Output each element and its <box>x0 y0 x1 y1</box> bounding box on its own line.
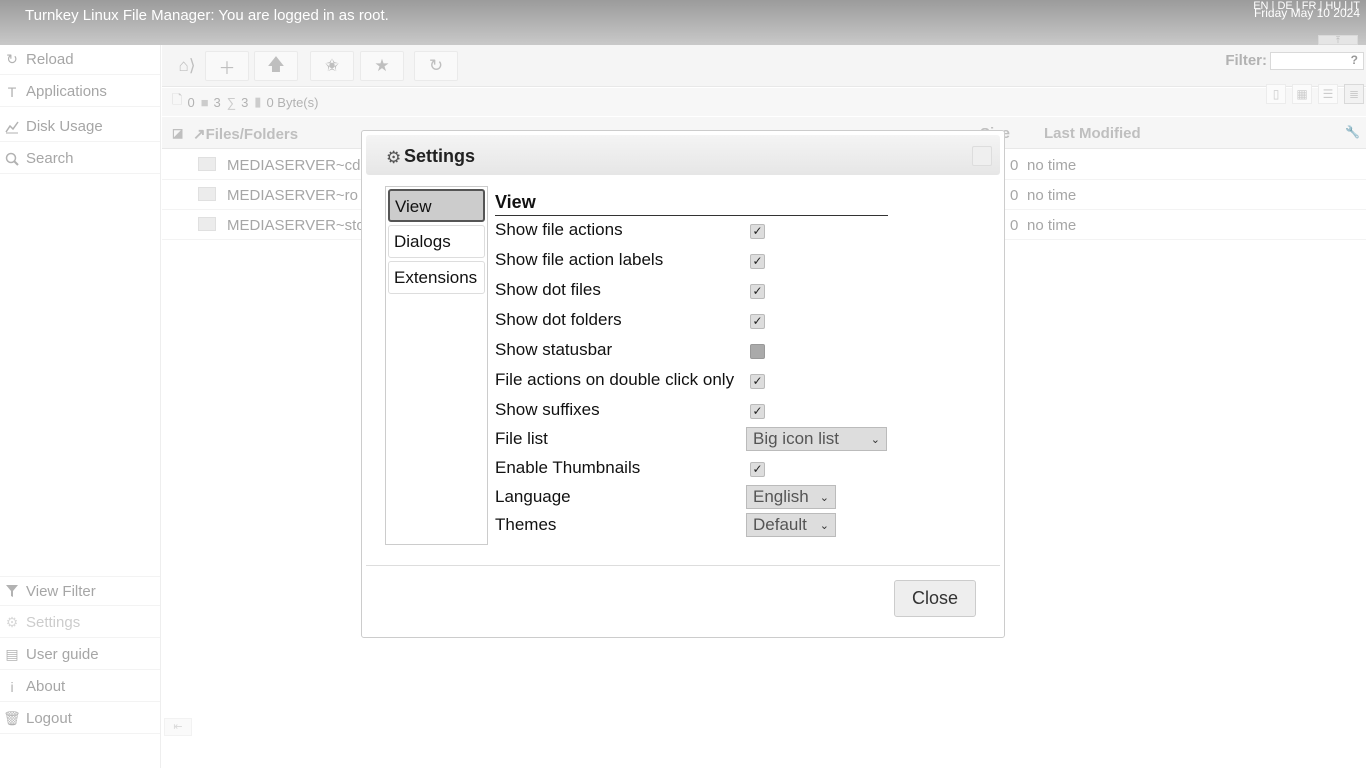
themes-select[interactable]: Default ⌄ <box>746 513 836 537</box>
option-show-statusbar: Show statusbar <box>495 336 895 366</box>
checkbox-show-file-action-labels[interactable]: ✓ <box>750 254 765 269</box>
chevron-down-icon: ⌄ <box>870 433 880 446</box>
option-show-suffixes: Show suffixes ✓ <box>495 396 895 426</box>
close-button[interactable]: Close <box>894 580 976 617</box>
tab-dialogs[interactable]: Dialogs <box>388 225 485 258</box>
tab-extensions[interactable]: Extensions <box>388 261 485 294</box>
checkbox-show-suffixes[interactable]: ✓ <box>750 404 765 419</box>
option-file-list: File list Big icon list ⌄ <box>495 425 895 455</box>
option-show-file-action-labels: Show file action labels ✓ <box>495 246 895 276</box>
checkbox-show-dot-files[interactable]: ✓ <box>750 284 765 299</box>
dialog-close-icon[interactable] <box>972 146 992 166</box>
language-select[interactable]: English ⌄ <box>746 485 836 509</box>
panel-title: View <box>495 189 888 216</box>
option-double-click-only: File actions on double click only ✓ <box>495 366 895 396</box>
option-show-dot-folders: Show dot folders ✓ <box>495 306 895 336</box>
dialog-divider <box>366 565 1000 566</box>
gear-icon: ⚙ <box>386 148 402 167</box>
checkbox-double-click-only[interactable]: ✓ <box>750 374 765 389</box>
settings-dialog: ⚙ Settings View Dialogs Extensions View … <box>361 130 1005 638</box>
option-show-dot-files: Show dot files ✓ <box>495 276 895 306</box>
option-enable-thumbnails: Enable Thumbnails ✓ <box>495 454 895 484</box>
option-themes: Themes Default ⌄ <box>495 511 895 541</box>
checkbox-show-dot-folders[interactable]: ✓ <box>750 314 765 329</box>
dialog-title: Settings <box>404 146 476 166</box>
settings-panel-view: View Show file actions ✓ Show file actio… <box>495 189 895 537</box>
option-language: Language English ⌄ <box>495 483 895 513</box>
dialog-titlebar[interactable]: ⚙ Settings <box>366 135 1000 175</box>
settings-tabs: View Dialogs Extensions <box>385 186 488 545</box>
checkbox-enable-thumbnails[interactable]: ✓ <box>750 462 765 477</box>
tab-view[interactable]: View <box>388 189 485 222</box>
chevron-down-icon: ⌄ <box>819 491 829 504</box>
checkbox-show-file-actions[interactable]: ✓ <box>750 224 765 239</box>
checkbox-show-statusbar[interactable] <box>750 344 765 359</box>
file-list-select[interactable]: Big icon list ⌄ <box>746 427 887 451</box>
option-show-file-actions: Show file actions ✓ <box>495 216 895 246</box>
chevron-down-icon: ⌄ <box>819 519 829 532</box>
